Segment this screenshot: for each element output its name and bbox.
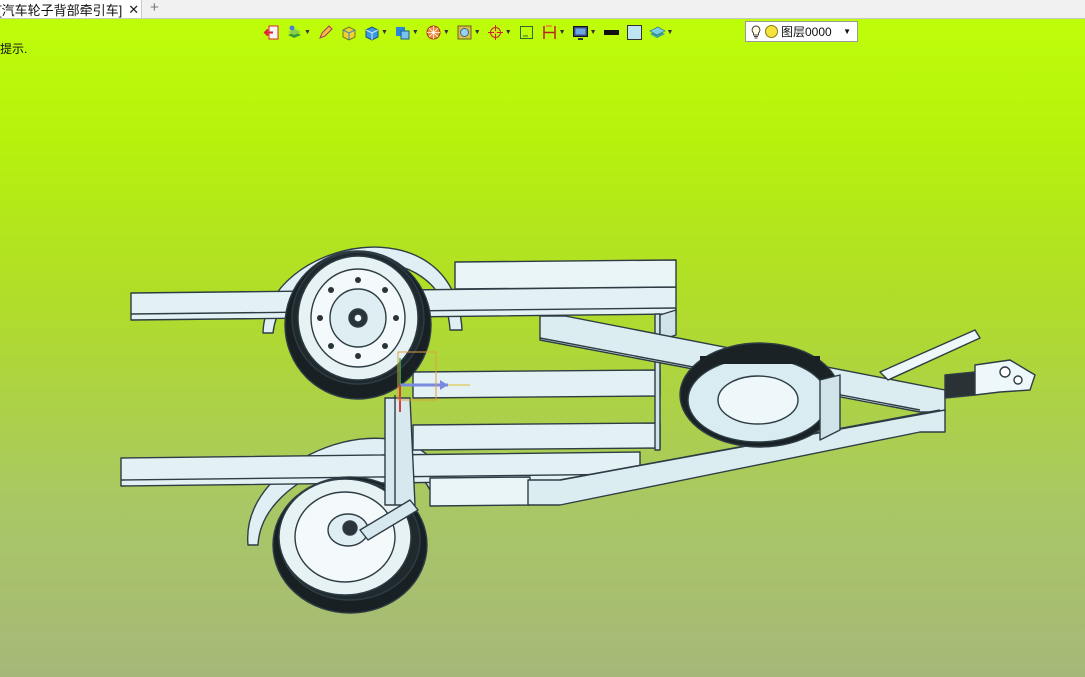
axle-strut bbox=[384, 397, 416, 506]
shaded-cube-button[interactable] bbox=[340, 21, 357, 43]
layer-stack-icon bbox=[288, 25, 301, 38]
tab-bar: [汽车轮子背部牵引车] ✕ + bbox=[0, 0, 1085, 19]
chevron-down-icon: ▼ bbox=[666, 28, 674, 36]
render-sphere-icon bbox=[426, 25, 441, 39]
blue-cube-icon bbox=[365, 25, 379, 41]
lightbulb-icon bbox=[751, 24, 761, 38]
chevron-down-icon: ▼ bbox=[442, 28, 450, 36]
upper-top-plate bbox=[454, 259, 677, 290]
line-color-icon bbox=[603, 29, 619, 35]
view-orient-button[interactable]: ▼ bbox=[394, 21, 419, 43]
render-sphere-button[interactable]: ▼ bbox=[425, 21, 450, 43]
lower-step-plate bbox=[429, 476, 531, 507]
coupling-bellow bbox=[944, 371, 976, 399]
shaded-cube-icon bbox=[342, 25, 356, 41]
layer-select[interactable]: 图层0000 ▼ bbox=[745, 21, 858, 42]
document-tab[interactable]: [汽车轮子背部牵引车] ✕ bbox=[0, 0, 142, 18]
chevron-down-icon: ▼ bbox=[304, 28, 311, 36]
display-monitor-button[interactable]: ▼ bbox=[572, 21, 597, 43]
cross-member-1 bbox=[412, 369, 661, 399]
filter-icon bbox=[457, 25, 472, 39]
layer-plane-button[interactable]: ▼ bbox=[648, 21, 674, 43]
add-tab-icon[interactable]: + bbox=[150, 0, 159, 16]
line-color-button[interactable] bbox=[603, 21, 620, 43]
blue-cube-button[interactable]: ▼ bbox=[363, 21, 388, 43]
frame-select-icon bbox=[519, 25, 533, 39]
chevron-down-icon: ▼ bbox=[411, 28, 419, 36]
close-icon[interactable]: ✕ bbox=[128, 3, 139, 16]
layer-name: 图层0000 bbox=[781, 25, 832, 39]
chevron-down-icon: ▼ bbox=[558, 28, 566, 36]
cross-member-2 bbox=[412, 422, 661, 451]
trailer-model bbox=[120, 246, 1036, 614]
pen-tool-icon bbox=[319, 24, 333, 39]
filter-button[interactable]: ▼ bbox=[456, 21, 481, 43]
chevron-down-icon: ▼ bbox=[589, 28, 597, 36]
fill-color-icon bbox=[626, 24, 642, 40]
snap-target-icon bbox=[487, 24, 503, 40]
dimension-icon bbox=[542, 24, 556, 39]
chevron-down-icon: ▼ bbox=[843, 27, 851, 36]
fill-color-button[interactable] bbox=[626, 21, 643, 43]
model-viewport[interactable] bbox=[0, 50, 1085, 677]
exit-sketch-icon bbox=[263, 25, 279, 39]
layer-color-icon bbox=[765, 25, 778, 38]
frame-select-button[interactable] bbox=[518, 21, 535, 43]
chevron-down-icon: ▼ bbox=[380, 28, 388, 36]
layer-plane-icon bbox=[648, 26, 666, 38]
document-tab-label: [汽车轮子背部牵引车] bbox=[0, 2, 123, 18]
view-orient-icon bbox=[395, 26, 410, 39]
chevron-down-icon: ▼ bbox=[504, 28, 512, 36]
display-monitor-icon bbox=[572, 25, 588, 40]
dimension-button[interactable]: ▼ bbox=[541, 21, 566, 43]
layer-stack-button[interactable]: ▼ bbox=[286, 21, 311, 43]
exit-sketch-button[interactable] bbox=[263, 21, 280, 43]
chevron-down-icon: ▼ bbox=[473, 28, 481, 36]
upper-wheel bbox=[284, 250, 432, 400]
pen-tool-button[interactable] bbox=[317, 21, 334, 43]
snap-target-button[interactable]: ▼ bbox=[487, 21, 512, 43]
view-toolbar: ▼ ▼ ▼ ▼ ▼ ▼ ▼ ▼ ▼ bbox=[263, 21, 679, 43]
